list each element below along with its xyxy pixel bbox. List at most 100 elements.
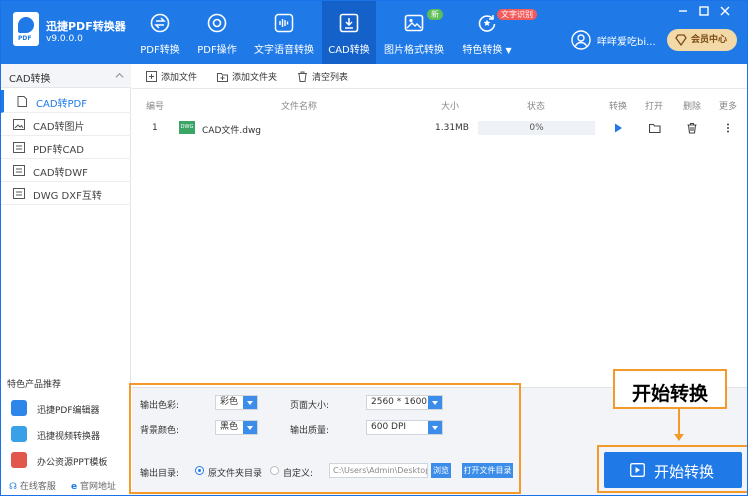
sidebar-item-cad-to-dwf[interactable]: CAD转DWF bbox=[1, 159, 131, 182]
tab-label: PDF转换 bbox=[140, 45, 180, 56]
row-index: 1 bbox=[152, 123, 158, 133]
app-version: v9.0.0.0 bbox=[46, 34, 83, 44]
featured-video-converter[interactable]: 迅捷视频转换器 bbox=[1, 423, 131, 447]
convert-icon bbox=[150, 13, 170, 33]
link-label: 官网地址 bbox=[79, 482, 116, 492]
clear-list-button[interactable]: 清空列表 bbox=[297, 70, 348, 84]
vip-label: 会员中心 bbox=[691, 35, 728, 45]
clear-list-label: 清空列表 bbox=[312, 73, 349, 83]
add-folder-button[interactable]: 添加文件夹 bbox=[217, 70, 277, 84]
user-name[interactable]: 咩咩爱吃bi... bbox=[597, 33, 656, 48]
file-table-header: 编号 文件名称 大小 状态 转换 打开 删除 更多 bbox=[132, 97, 747, 113]
chevron-down-icon: ▼ bbox=[505, 46, 512, 55]
file-icon bbox=[13, 165, 25, 176]
footer-links: ☊ 在线客服 e 官网地址 bbox=[1, 475, 131, 495]
header-bar: PDF 迅捷PDF转换器 v9.0.0.0 PDF转换 PDF操作 文字语音转换… bbox=[1, 1, 747, 64]
table-row[interactable]: 1 DWG CAD文件.dwg 1.31MB 0% bbox=[132, 115, 747, 141]
featured-label: 办公资源PPT模板 bbox=[37, 458, 108, 468]
new-badge: 新 bbox=[427, 9, 443, 20]
col-filename: 文件名称 bbox=[281, 102, 318, 112]
callout-text: 开始转换 bbox=[631, 383, 708, 405]
col-status: 状态 bbox=[527, 102, 546, 112]
settings-highlight-box bbox=[129, 383, 521, 494]
tab-text-voice[interactable]: 文字语音转换 bbox=[251, 1, 317, 64]
tab-pdf-convert[interactable]: PDF转换 bbox=[133, 1, 187, 64]
tab-label: CAD转换 bbox=[328, 45, 370, 56]
image-icon bbox=[13, 119, 25, 130]
sidebar-item-label: DWG DXF互转 bbox=[33, 191, 102, 202]
featured-label: 迅捷视频转换器 bbox=[37, 432, 101, 442]
progress-bar: 0% bbox=[478, 121, 595, 135]
vip-center-button[interactable]: 会员中心 bbox=[667, 29, 737, 51]
ppt-template-icon bbox=[11, 452, 27, 468]
sidebar-section-header[interactable]: CAD转换 bbox=[1, 64, 131, 88]
annotation-callout: 开始转换 bbox=[613, 369, 727, 409]
video-converter-icon bbox=[11, 426, 27, 442]
app-name: 迅捷PDF转换器 bbox=[46, 20, 126, 33]
trash-icon bbox=[298, 71, 307, 82]
tab-label-text: 特色转换 bbox=[462, 45, 503, 56]
file-icon bbox=[13, 188, 25, 199]
diamond-icon bbox=[675, 34, 687, 46]
chevron-up-icon[interactable] bbox=[115, 71, 124, 80]
col-more: 更多 bbox=[719, 102, 738, 112]
browser-icon: e bbox=[71, 482, 78, 492]
featured-ppt-template[interactable]: 办公资源PPT模板 bbox=[1, 449, 131, 473]
add-folder-icon bbox=[217, 73, 228, 82]
progress-value: 0% bbox=[529, 123, 544, 133]
add-file-icon bbox=[146, 71, 157, 82]
col-convert: 转换 bbox=[609, 102, 628, 112]
sidebar-item-dwg-dxf[interactable]: DWG DXF互转 bbox=[1, 182, 131, 205]
featured-pdf-editor[interactable]: 迅捷PDF编辑器 bbox=[1, 397, 131, 421]
tab-cad-convert[interactable]: CAD转换 bbox=[322, 1, 376, 64]
row-filename: CAD文件.dwg bbox=[202, 126, 262, 136]
sidebar-item-label: CAD转图片 bbox=[33, 122, 85, 133]
audio-wave-icon bbox=[274, 13, 294, 33]
ocr-badge: 文字识别 bbox=[497, 9, 537, 20]
sidebar-item-label: PDF转CAD bbox=[33, 145, 85, 156]
target-icon bbox=[207, 13, 227, 33]
link-label: 在线客服 bbox=[19, 482, 56, 492]
sidebar-item-cad-to-image[interactable]: CAD转图片 bbox=[1, 113, 131, 136]
folder-open-icon[interactable] bbox=[649, 122, 661, 134]
close-icon[interactable] bbox=[719, 5, 731, 17]
add-file-label: 添加文件 bbox=[161, 73, 198, 83]
dwg-file-icon: DWG bbox=[179, 121, 195, 134]
file-toolbar: 添加文件 添加文件夹 清空列表 bbox=[132, 64, 747, 89]
row-size: 1.31MB bbox=[435, 123, 469, 133]
sidebar-item-label: CAD转DWF bbox=[33, 168, 88, 179]
online-support-link[interactable]: ☊ 在线客服 bbox=[9, 479, 56, 492]
start-convert-button[interactable]: 开始转换 bbox=[604, 452, 742, 488]
image-icon bbox=[404, 14, 424, 32]
file-pdf-icon bbox=[17, 96, 27, 107]
maximize-icon[interactable] bbox=[698, 5, 710, 17]
sidebar-item-label: CAD转PDF bbox=[36, 99, 88, 110]
refresh-star-icon bbox=[478, 15, 496, 32]
app-logo-icon: PDF bbox=[13, 12, 39, 46]
col-index: 编号 bbox=[146, 102, 165, 112]
user-avatar-icon[interactable] bbox=[571, 30, 591, 50]
col-size: 大小 bbox=[441, 102, 460, 112]
tab-label: 文字语音转换 bbox=[254, 45, 314, 56]
add-file-button[interactable]: 添加文件 bbox=[146, 70, 197, 84]
more-vertical-icon[interactable] bbox=[722, 122, 734, 134]
app-window: PDF 迅捷PDF转换器 v9.0.0.0 PDF转换 PDF操作 文字语音转换… bbox=[0, 0, 748, 496]
trash-icon[interactable] bbox=[686, 122, 698, 134]
start-convert-label: 开始转换 bbox=[654, 463, 715, 481]
featured-title: 特色产品推荐 bbox=[7, 380, 62, 390]
tab-label: 图片格式转换 bbox=[384, 45, 444, 56]
website-link[interactable]: e 官网地址 bbox=[71, 479, 116, 492]
play-icon bbox=[630, 463, 645, 477]
sidebar-item-cad-to-pdf[interactable]: CAD转PDF bbox=[1, 90, 131, 113]
play-icon[interactable] bbox=[612, 122, 624, 134]
cad-download-icon bbox=[339, 13, 359, 33]
file-icon bbox=[13, 142, 25, 153]
col-open: 打开 bbox=[645, 102, 664, 112]
minimize-icon[interactable] bbox=[677, 5, 689, 17]
tab-label: 特色转换 ▼ bbox=[456, 41, 518, 56]
pdf-editor-icon bbox=[11, 400, 27, 416]
tab-pdf-operate[interactable]: PDF操作 bbox=[190, 1, 244, 64]
featured-label: 迅捷PDF编辑器 bbox=[37, 406, 100, 416]
tab-label: PDF操作 bbox=[197, 45, 237, 56]
sidebar-item-pdf-to-cad[interactable]: PDF转CAD bbox=[1, 136, 131, 159]
